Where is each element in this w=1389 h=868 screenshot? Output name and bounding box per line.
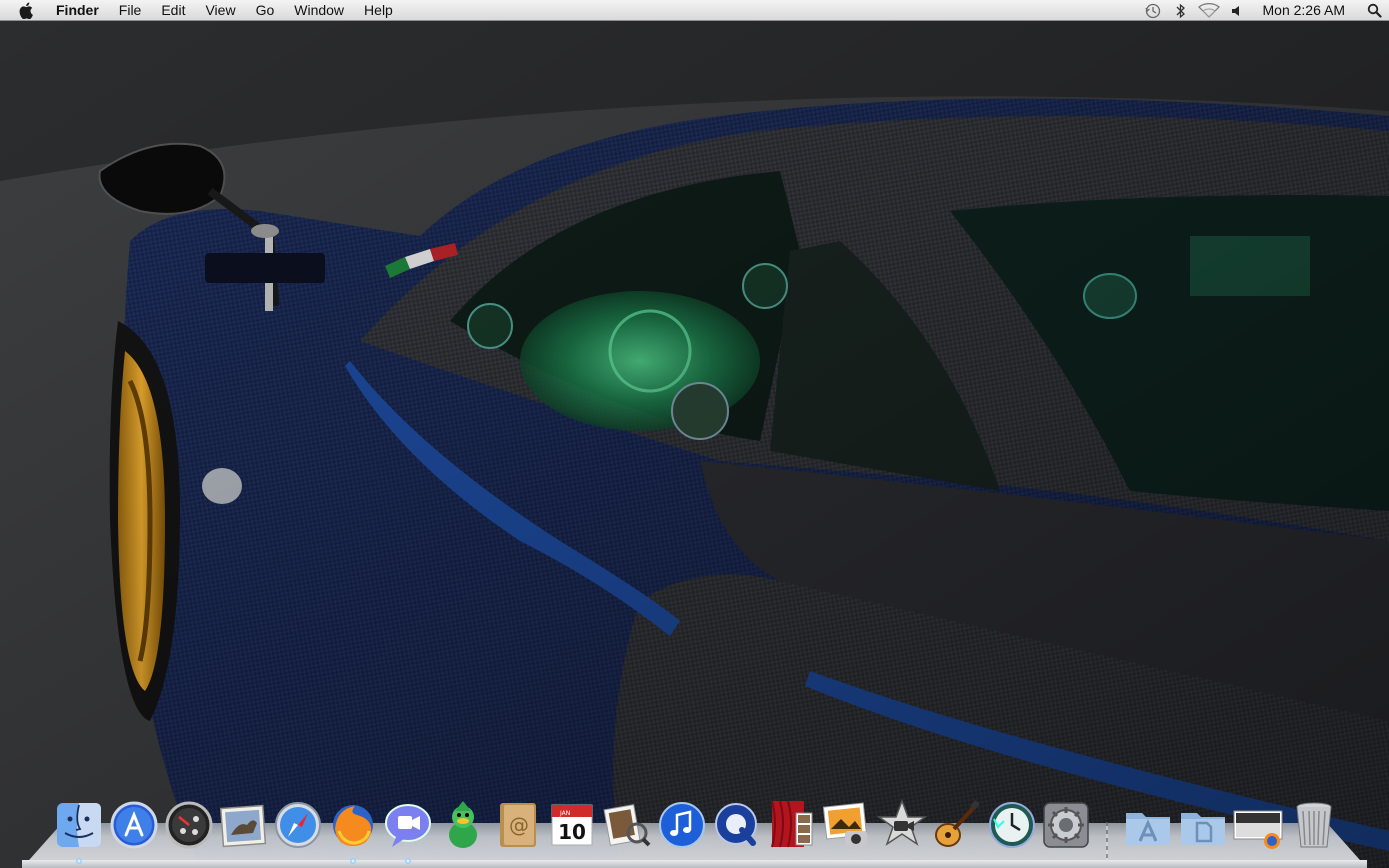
quicktime-icon[interactable] xyxy=(711,799,763,851)
itunes-icon[interactable] xyxy=(656,799,708,851)
svg-text:@: @ xyxy=(509,813,529,837)
documents-folder-icon[interactable] xyxy=(1177,799,1229,851)
iphoto-icon[interactable] xyxy=(821,799,873,851)
menu-go[interactable]: Go xyxy=(246,0,285,21)
wallpaper-image xyxy=(0,21,1389,868)
volume-icon[interactable] xyxy=(1223,0,1251,21)
menu-bar: Finder File Edit View Go Window Help Mon… xyxy=(0,0,1389,21)
wifi-icon[interactable] xyxy=(1195,0,1223,21)
ical-month: JAN xyxy=(559,810,570,817)
system-preferences-icon[interactable] xyxy=(1040,799,1092,851)
finder-icon[interactable] xyxy=(53,799,105,851)
safari-icon[interactable] xyxy=(272,799,324,851)
time-machine-dock-icon[interactable] xyxy=(986,799,1038,851)
bluetooth-icon[interactable] xyxy=(1167,0,1195,21)
address-book-icon[interactable]: @ xyxy=(492,799,544,851)
preview-icon[interactable] xyxy=(601,799,653,851)
desktop[interactable] xyxy=(0,21,1389,868)
finder-running-indicator xyxy=(76,858,82,864)
apple-menu-icon[interactable] xyxy=(16,0,38,21)
menu-view[interactable]: View xyxy=(195,0,245,21)
garageband-icon[interactable] xyxy=(930,799,982,851)
menu-extras: Mon 2:26 AM xyxy=(1139,0,1389,21)
ichat-running-indicator xyxy=(405,858,411,864)
imovie-icon[interactable] xyxy=(876,799,928,851)
dashboard-icon[interactable] xyxy=(163,799,215,851)
firefox-icon[interactable] xyxy=(327,799,379,851)
app-store-icon[interactable] xyxy=(108,799,160,851)
menu-clock[interactable]: Mon 2:26 AM xyxy=(1251,0,1360,21)
trash-icon[interactable] xyxy=(1288,799,1340,851)
dock-shelf-edge xyxy=(22,860,1367,868)
dock-separator xyxy=(1106,822,1108,862)
menu-finder[interactable]: Finder xyxy=(50,0,109,21)
menu-help[interactable]: Help xyxy=(354,0,403,21)
menu-file[interactable]: File xyxy=(109,0,152,21)
applications-folder-icon[interactable] xyxy=(1122,799,1174,851)
time-machine-icon[interactable] xyxy=(1139,0,1167,21)
menu-window[interactable]: Window xyxy=(284,0,354,21)
downloads-stack-icon[interactable] xyxy=(1232,799,1284,851)
mail-icon[interactable] xyxy=(217,799,269,851)
menu-edit[interactable]: Edit xyxy=(151,0,195,21)
spotlight-search-icon[interactable] xyxy=(1359,0,1389,21)
ical-day: 10 xyxy=(558,820,586,844)
ichat-icon[interactable] xyxy=(382,799,434,851)
photo-booth-icon[interactable] xyxy=(766,799,818,851)
ical-icon[interactable]: JAN 10 xyxy=(546,799,598,851)
firefox-running-indicator xyxy=(350,858,356,864)
adium-icon[interactable] xyxy=(437,799,489,851)
